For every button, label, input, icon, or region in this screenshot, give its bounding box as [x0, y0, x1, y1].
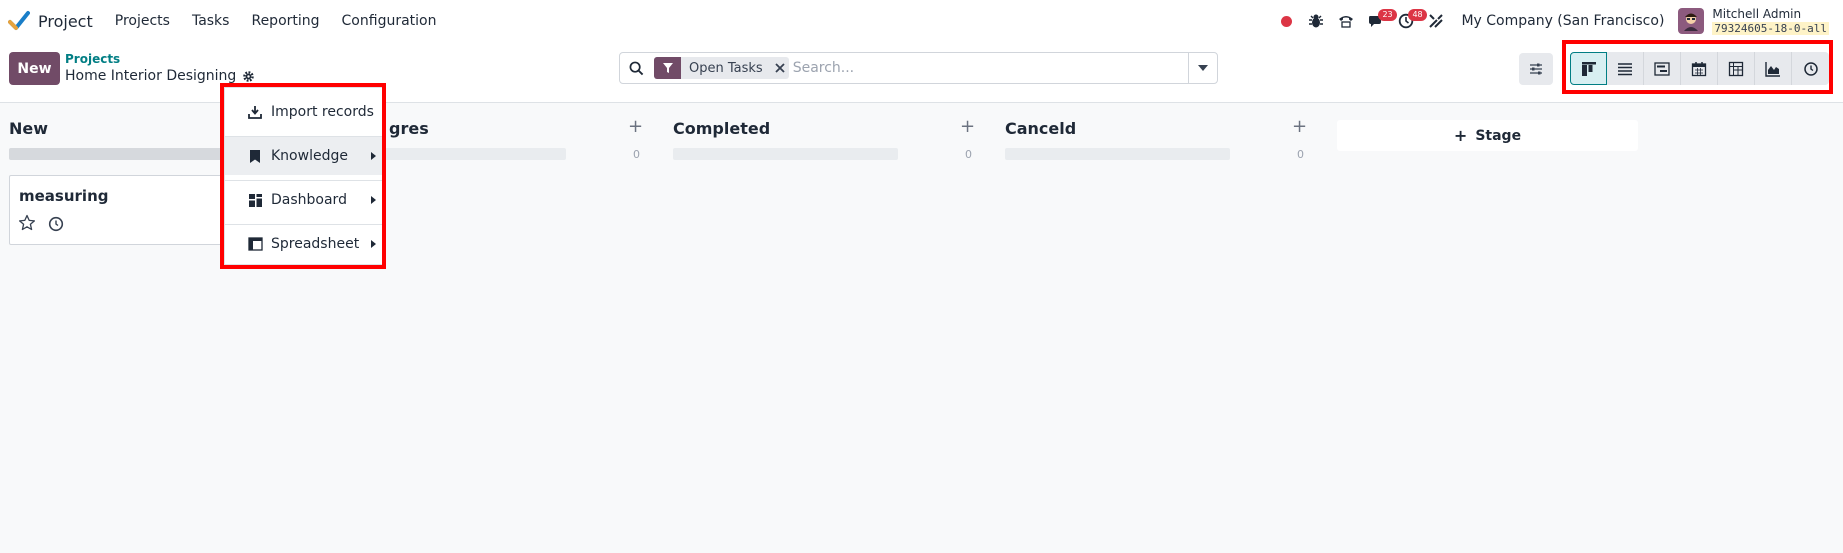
main-menu: Projects Tasks Reporting Configuration [115, 13, 459, 29]
add-stage-label: Stage [1475, 127, 1522, 144]
column-progress-bar[interactable] [380, 148, 566, 160]
phone-icon [1339, 16, 1354, 28]
column-progress-bar[interactable] [1005, 148, 1230, 160]
systray: 23 48 My Company (San Francisco) Mitchel… [1271, 0, 1843, 42]
kanban-card[interactable]: measuring [9, 175, 229, 245]
breadcrumb-parent[interactable]: Projects [65, 52, 120, 66]
search-bar: Open Tasks [619, 52, 1218, 84]
company-switcher[interactable]: My Company (San Francisco) [1461, 13, 1664, 29]
sliders-icon [1530, 63, 1542, 75]
menu-item-reporting[interactable]: Reporting [251, 13, 319, 29]
column-title-in-progress: gres [389, 119, 429, 138]
breadcrumb-current: Home Interior Designing [65, 68, 255, 84]
new-button[interactable]: New [9, 52, 60, 85]
filter-icon [654, 57, 681, 79]
search-options-toggle[interactable] [1188, 53, 1217, 83]
caret-down-icon [1198, 65, 1208, 71]
plus-icon: + [1453, 126, 1468, 145]
app-name: Project [38, 11, 93, 31]
view-switcher-highlight [1562, 40, 1833, 94]
menu-item-tasks[interactable]: Tasks [192, 13, 230, 29]
gear-icon[interactable] [242, 70, 255, 83]
add-stage-button[interactable]: + Stage [1337, 120, 1638, 151]
column-title-canceld: Canceld [1005, 119, 1077, 138]
messages-button[interactable]: 23 [1361, 0, 1397, 42]
voip-button[interactable] [1331, 0, 1361, 42]
card-title: measuring [19, 187, 109, 205]
search-input[interactable] [792, 60, 1173, 76]
column-count: 0 [1297, 148, 1304, 161]
facet-label: Open Tasks [689, 60, 763, 76]
remove-facet-icon[interactable] [771, 57, 789, 79]
column-add-icon[interactable]: + [960, 118, 975, 136]
user-name: Mitchell Admin [1712, 6, 1802, 21]
view-settings-button[interactable] [1519, 53, 1553, 85]
column-add-icon[interactable]: + [1292, 118, 1307, 136]
tools-icon [1429, 14, 1444, 28]
activities-button[interactable]: 48 [1391, 0, 1427, 42]
column-progress-bar[interactable] [673, 148, 898, 160]
recording-button[interactable] [1271, 0, 1301, 42]
column-count: 0 [633, 148, 640, 161]
menu-item-projects[interactable]: Projects [115, 13, 170, 29]
column-title-completed: Completed [673, 119, 771, 138]
app-brand[interactable]: Project [8, 10, 93, 32]
user-menu[interactable]: Mitchell Admin 79324605-18-0-all [1712, 7, 1829, 36]
user-avatar[interactable] [1678, 8, 1705, 34]
tools-button[interactable] [1421, 0, 1451, 42]
breadcrumb-current-label: Home Interior Designing [65, 68, 237, 84]
activity-clock-icon[interactable] [48, 216, 64, 232]
database-name: 79324605-18-0-all [1712, 21, 1829, 35]
gear-menu-highlight [220, 83, 386, 269]
project-app-icon [8, 11, 30, 30]
bug-icon [1309, 14, 1324, 28]
search-facet: Open Tasks [654, 57, 789, 79]
column-title-new: New [9, 119, 49, 138]
database-row: 79324605-18-0-all [1712, 21, 1829, 36]
column-progress-bar[interactable] [9, 148, 229, 160]
top-navbar: Project Projects Tasks Reporting Configu… [0, 0, 1843, 42]
star-icon[interactable] [18, 214, 36, 232]
search-icon [620, 53, 652, 83]
column-count: 0 [965, 148, 972, 161]
menu-item-configuration[interactable]: Configuration [342, 13, 437, 29]
debug-button[interactable] [1301, 0, 1331, 42]
avatar-icon [1684, 13, 1699, 31]
recording-dot-icon [1280, 15, 1292, 27]
column-add-icon[interactable]: + [628, 118, 643, 136]
